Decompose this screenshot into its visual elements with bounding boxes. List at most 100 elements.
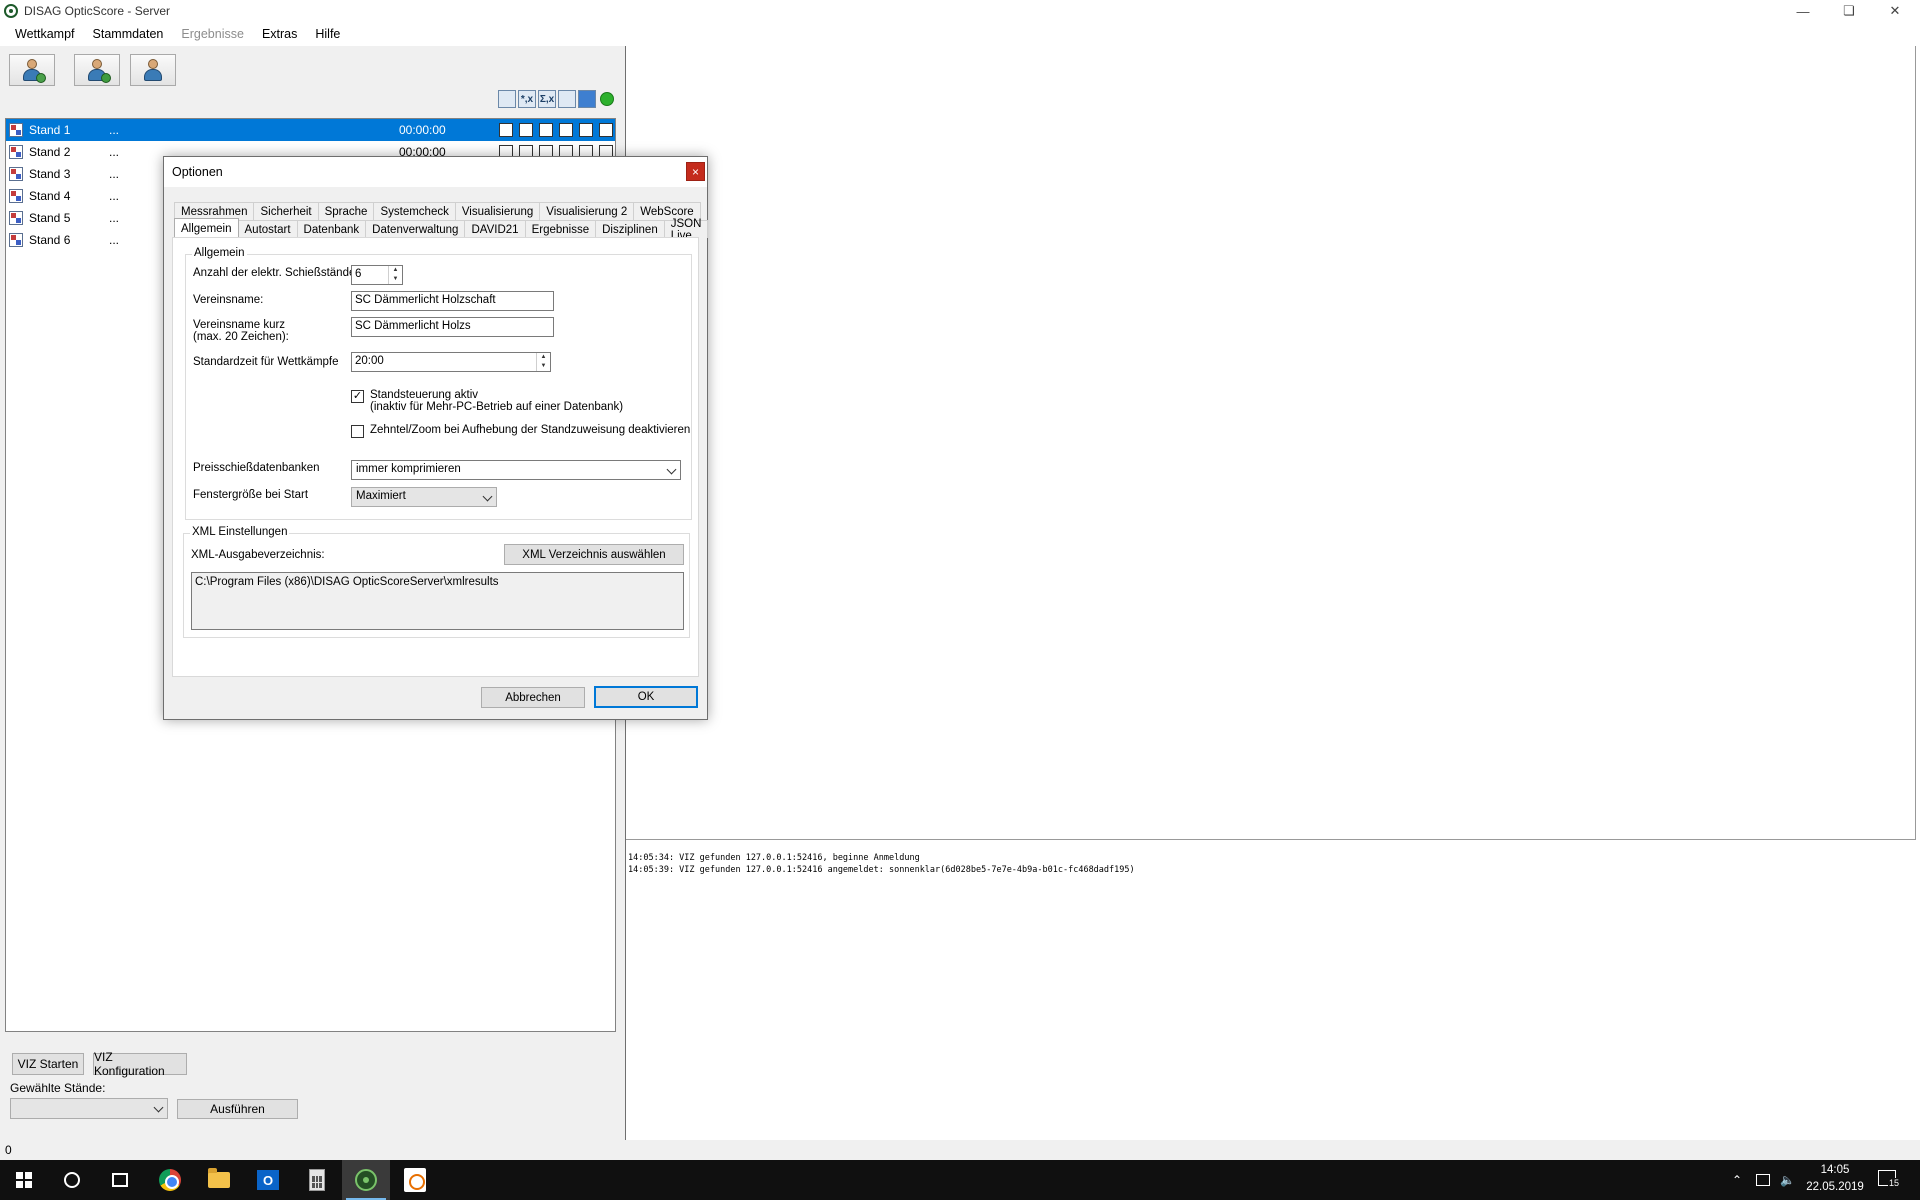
cortana-icon bbox=[64, 1172, 80, 1188]
stand-icon bbox=[9, 211, 23, 225]
xml-choose-dir-button[interactable]: XML Verzeichnis auswählen bbox=[504, 544, 684, 565]
stand-name: Stand 3 bbox=[29, 167, 71, 181]
viz-config-button[interactable]: VIZ Konfiguration bbox=[93, 1050, 187, 1078]
cancel-shooter-button[interactable] bbox=[74, 54, 120, 86]
taskbar-explorer[interactable] bbox=[195, 1160, 243, 1200]
clock-time: 14:05 bbox=[1820, 1164, 1850, 1176]
taskbar-outlook[interactable]: O bbox=[244, 1160, 292, 1200]
task-view-icon bbox=[112, 1173, 128, 1187]
monitor-icon[interactable] bbox=[578, 90, 596, 108]
tab-datenverwaltung[interactable]: Datenverwaltung bbox=[365, 220, 466, 238]
cancel-button[interactable]: Abbrechen bbox=[481, 687, 585, 708]
tab-sprache[interactable]: Sprache bbox=[317, 202, 375, 220]
lock-view-icon[interactable] bbox=[498, 90, 516, 108]
tab-allgemein[interactable]: Allgemein bbox=[174, 218, 239, 238]
spin-down-icon: ▼ bbox=[540, 363, 547, 369]
shooter-remove-icon bbox=[21, 59, 46, 83]
menu-extras[interactable]: Extras bbox=[253, 27, 306, 41]
task-view-button[interactable] bbox=[96, 1160, 144, 1200]
sum-x-icon[interactable]: Σ,x bbox=[538, 90, 556, 108]
chevron-up-icon: ⌃ bbox=[1732, 1173, 1743, 1187]
club-short-label: Vereinsname kurz (max. 20 Zeichen): bbox=[193, 319, 289, 343]
ok-button[interactable]: OK bbox=[594, 686, 698, 708]
tab-ergebnisse[interactable]: Ergebnisse bbox=[524, 220, 597, 238]
menu-stammdaten[interactable]: Stammdaten bbox=[84, 27, 173, 41]
tab-sicherheit[interactable]: Sicherheit bbox=[253, 202, 319, 220]
stand-name: Stand 6 bbox=[29, 233, 71, 247]
stand-row-1[interactable]: Stand 1 ... 00:00:00 bbox=[6, 119, 615, 141]
spin-down-icon: ▼ bbox=[392, 276, 399, 282]
network-icon bbox=[1756, 1174, 1770, 1186]
tenth-zoom-label: Zehntel/Zoom bei Aufhebung der Standzuwe… bbox=[370, 424, 691, 436]
restore-button[interactable]: ❏ bbox=[1826, 0, 1872, 22]
status-text: 0 bbox=[5, 1143, 12, 1157]
cortana-button[interactable] bbox=[48, 1160, 96, 1200]
spin-buttons[interactable]: ▲ ▼ bbox=[388, 266, 402, 284]
fullscreen-icon[interactable] bbox=[558, 90, 576, 108]
taskbar-calculator[interactable] bbox=[293, 1160, 341, 1200]
status-ok-icon bbox=[600, 92, 614, 106]
xml-path-field[interactable]: C:\Program Files (x86)\DISAG OpticScoreS… bbox=[191, 572, 684, 630]
taskbar-java[interactable] bbox=[391, 1160, 439, 1200]
stand-control-checkbox[interactable]: ✓ bbox=[351, 390, 364, 403]
stand-name: Stand 4 bbox=[29, 189, 71, 203]
tray-overflow[interactable]: ⌃ bbox=[1732, 1160, 1742, 1200]
notification-count: 15 bbox=[1888, 1178, 1901, 1188]
std-time-stepper[interactable]: 20:00 ▲ ▼ bbox=[351, 352, 551, 372]
club-short-input[interactable]: SC Dämmerlicht Holzs bbox=[351, 317, 554, 337]
viz-start-button[interactable]: VIZ Starten bbox=[12, 1053, 84, 1075]
taskbar-clock[interactable]: 14:05 22.05.2019 bbox=[1800, 1162, 1870, 1196]
prize-db-label: Preisschießdatenbanken bbox=[193, 462, 320, 474]
spin-buttons[interactable]: ▲ ▼ bbox=[536, 353, 550, 371]
tab-datenbank[interactable]: Datenbank bbox=[296, 220, 367, 238]
tab-autostart[interactable]: Autostart bbox=[237, 220, 298, 238]
menu-hilfe[interactable]: Hilfe bbox=[306, 27, 349, 41]
menu-ergebnisse[interactable]: Ergebnisse bbox=[172, 27, 253, 41]
tenth-zoom-checkbox[interactable] bbox=[351, 425, 364, 438]
tab-visualisierung-2[interactable]: Visualisierung 2 bbox=[539, 202, 635, 220]
dialog-close-button[interactable]: × bbox=[686, 162, 705, 181]
taskbar-chrome[interactable] bbox=[146, 1160, 194, 1200]
menu-bar: Wettkampf Stammdaten Ergebnisse Extras H… bbox=[0, 22, 1920, 46]
tab-disziplinen[interactable]: Disziplinen bbox=[595, 220, 665, 238]
window-size-value: Maximiert bbox=[356, 490, 406, 502]
tab-systemcheck[interactable]: Systemcheck bbox=[373, 202, 456, 220]
dialog-title-bar: Optionen × bbox=[164, 157, 707, 187]
prize-db-select[interactable]: immer komprimieren bbox=[351, 460, 681, 480]
minimize-button[interactable]: — bbox=[1780, 0, 1826, 22]
close-window-button[interactable]: ✕ bbox=[1872, 0, 1918, 22]
tab-david21[interactable]: DAVID21 bbox=[464, 220, 526, 238]
taskbar-opticscore[interactable] bbox=[342, 1160, 390, 1200]
outlook-icon: O bbox=[257, 1170, 279, 1190]
window-size-select[interactable]: Maximiert bbox=[351, 487, 497, 507]
stand-control-label-text: Standsteuerung aktiv bbox=[370, 389, 479, 401]
tab-visualisierung[interactable]: Visualisierung bbox=[454, 202, 541, 220]
visualization-area[interactable] bbox=[626, 46, 1916, 840]
chevron-down-icon bbox=[153, 1102, 164, 1113]
window-size-label: Fenstergröße bei Start bbox=[193, 489, 309, 501]
log-output[interactable]: 14:05:34: VIZ gefunden 127.0.0.1:52416, … bbox=[626, 848, 1916, 1138]
calculator-icon bbox=[309, 1169, 325, 1191]
assign-shooter-button[interactable] bbox=[130, 54, 176, 86]
stands-count-label: Anzahl der elektr. Schießstände: bbox=[193, 267, 359, 279]
opticscore-icon bbox=[355, 1169, 377, 1191]
remove-shooter-button[interactable] bbox=[9, 54, 55, 86]
start-button[interactable] bbox=[0, 1160, 48, 1200]
stand-time: 00:00:00 bbox=[399, 123, 446, 137]
log-line: 14:05:39: VIZ gefunden 127.0.0.1:52416 a… bbox=[628, 865, 1135, 875]
view-toolbar: *,x Σ,x bbox=[498, 90, 614, 108]
title-bar: DISAG OpticScore - Server — ❏ ✕ bbox=[0, 0, 1920, 22]
general-group-legend: Allgemein bbox=[192, 247, 247, 259]
menu-wettkampf[interactable]: Wettkampf bbox=[6, 27, 84, 41]
club-name-input[interactable]: SC Dämmerlicht Holzschaft bbox=[351, 291, 554, 311]
chrome-icon bbox=[159, 1169, 181, 1191]
selected-stands-combo[interactable] bbox=[10, 1098, 168, 1119]
tenth-x-icon[interactable]: *,x bbox=[518, 90, 536, 108]
stand-series-boxes bbox=[499, 123, 613, 137]
tray-volume[interactable]: 🔈 bbox=[1780, 1160, 1795, 1200]
run-button[interactable]: Ausführen bbox=[177, 1099, 298, 1119]
tab-json-live[interactable]: JSON Live bbox=[663, 218, 709, 242]
stands-count-stepper[interactable]: 6 ▲ ▼ bbox=[351, 265, 403, 285]
folder-icon bbox=[208, 1168, 230, 1188]
tray-network[interactable] bbox=[1756, 1160, 1770, 1200]
